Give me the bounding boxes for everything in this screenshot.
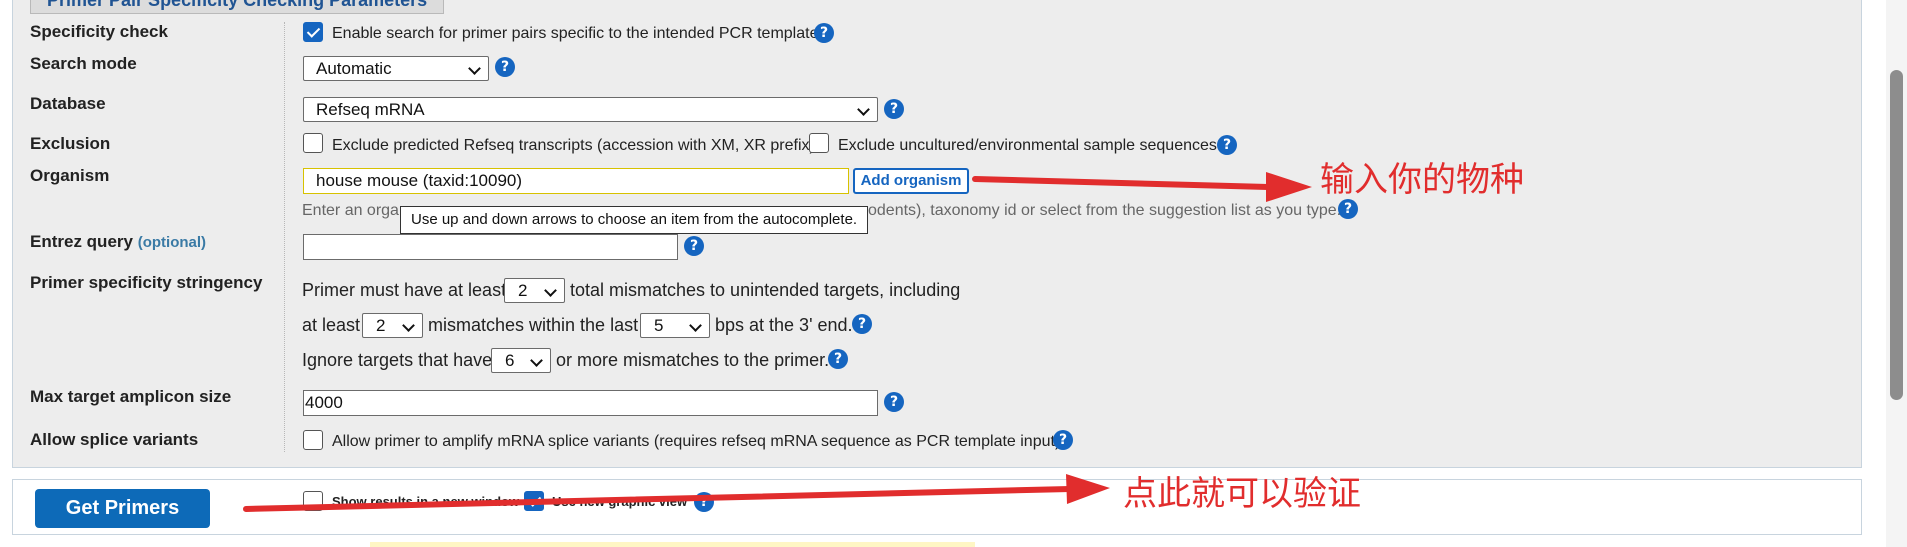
submit-arrow-line bbox=[243, 486, 1073, 512]
organism-arrow-head bbox=[1266, 172, 1312, 202]
submit-annotation: 点此就可以验证 bbox=[1123, 474, 1361, 514]
scrollbar-thumb[interactable] bbox=[1890, 70, 1903, 400]
submit-arrow-head bbox=[1066, 474, 1110, 504]
organism-arrow-line bbox=[972, 176, 1271, 190]
annotation-arrows bbox=[243, 172, 1312, 512]
organism-annotation: 输入你的物种 bbox=[1320, 160, 1524, 200]
